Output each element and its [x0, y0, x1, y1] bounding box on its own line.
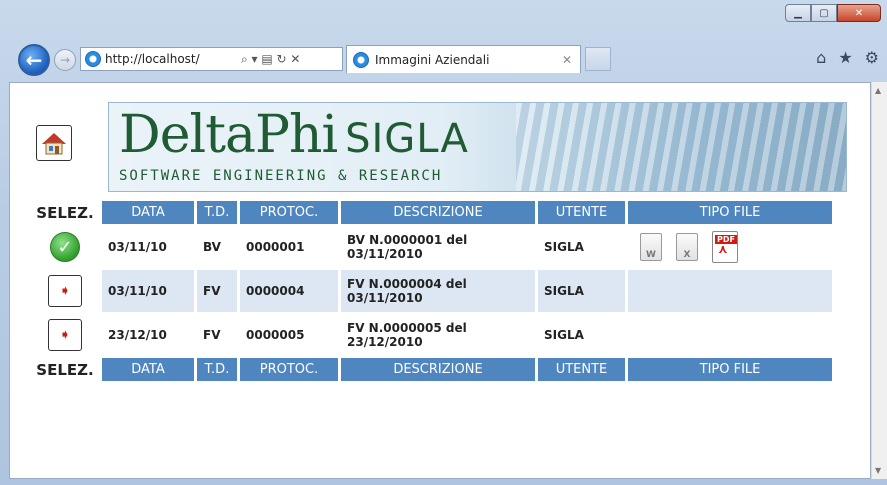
- ie-page-icon: [85, 51, 101, 67]
- gear-icon[interactable]: ⚙: [865, 48, 879, 67]
- tab-title: Immagini Aziendali: [375, 52, 490, 67]
- window-controls: ▁ ▢ ✕: [785, 4, 881, 22]
- page-content: DeltaPhi SIGLA SOFTWARE ENGINEERING & RES…: [9, 82, 871, 479]
- forward-button[interactable]: →: [54, 49, 76, 71]
- scroll-down-icon[interactable]: ▼: [875, 466, 881, 475]
- footer-protoc: PROTOC.: [240, 358, 338, 381]
- tab-ie-icon: [353, 51, 369, 68]
- footer-descrizione: DESCRIZIONE: [341, 358, 535, 381]
- banner-decoration: [516, 103, 846, 191]
- footer-td: T.D.: [197, 358, 237, 381]
- cell-data: 23/12/10: [108, 328, 167, 342]
- cell-descrizione: FV N.0000004 del 03/11/2010: [341, 270, 535, 312]
- header-tipo-file: TIPO FILE: [628, 201, 832, 224]
- minimize-button[interactable]: ▁: [785, 4, 811, 22]
- footer-utente: UTENTE: [538, 358, 625, 381]
- toolbar-right: ⌂ ★ ⚙: [816, 48, 879, 67]
- navigation-bar: ← → http://localhost/ ⌕ ▾ ▤ ↻ ✕ Immagini…: [0, 36, 887, 82]
- word-file-icon[interactable]: W: [640, 233, 662, 261]
- cell-td: FV: [203, 328, 221, 342]
- footer-data: DATA: [102, 358, 194, 381]
- cell-protoc: 0000004: [240, 270, 338, 312]
- cell-tipo-file: W X PDF ⋏: [628, 226, 832, 268]
- home-button[interactable]: [36, 125, 72, 161]
- cell-utente: SIGLA: [538, 270, 625, 312]
- documents-table: SELEZ. DATA T.D. PROTOC. DESCRIZIONE UTE…: [28, 199, 835, 383]
- cell-descrizione: BV N.0000001 del 03/11/2010: [347, 233, 468, 261]
- table-row: ➧ 03/11/10 FV 0000004 FV N.0000004 del 03…: [31, 270, 832, 312]
- cell-utente: SIGLA: [544, 328, 584, 342]
- cell-descrizione: FV N.0000005 del 23/12/2010: [347, 321, 467, 349]
- table-row: ➧ 23/12/10 FV 0000005 FV N.0000005 del 23…: [31, 314, 832, 356]
- table-footer-row: SELEZ. DATA T.D. PROTOC. DESCRIZIONE UTE…: [31, 358, 832, 381]
- browser-window: ▁ ▢ ✕ ← → http://localhost/ ⌕ ▾ ▤ ↻ ✕ Im…: [0, 0, 887, 485]
- house-icon: [42, 133, 66, 155]
- header-selez: SELEZ.: [36, 203, 94, 222]
- favorites-star-icon[interactable]: ★: [838, 48, 852, 67]
- header-descrizione: DESCRIZIONE: [341, 201, 535, 224]
- cell-td: FV: [197, 270, 237, 312]
- tab-immagini-aziendali[interactable]: Immagini Aziendali ✕: [346, 45, 581, 73]
- table-row: ✓ 03/11/10 BV 0000001 BV N.0000001 del 03…: [31, 226, 832, 268]
- address-text[interactable]: http://localhost/: [105, 52, 233, 66]
- new-tab-button[interactable]: [585, 47, 611, 71]
- back-button[interactable]: ←: [18, 44, 50, 76]
- header-td: T.D.: [197, 201, 237, 224]
- select-cell: ➧: [31, 270, 99, 312]
- maximize-button[interactable]: ▢: [811, 4, 837, 22]
- deltaphi-banner: DeltaPhi SIGLA SOFTWARE ENGINEERING & RES…: [108, 102, 847, 192]
- cell-td: BV: [203, 240, 221, 254]
- pdf-file-icon[interactable]: PDF ⋏: [712, 231, 738, 263]
- check-icon[interactable]: ✓: [50, 232, 80, 262]
- scroll-up-icon[interactable]: ▲: [875, 86, 881, 95]
- close-tab-icon[interactable]: ✕: [562, 53, 572, 67]
- cell-tipo-file: [628, 270, 832, 312]
- address-tools[interactable]: ⌕ ▾ ▤ ↻ ✕: [241, 52, 300, 67]
- title-bar: ▁ ▢ ✕: [0, 0, 887, 36]
- header-data: DATA: [102, 201, 194, 224]
- select-cell: ➧: [31, 314, 99, 356]
- address-bar[interactable]: http://localhost/ ⌕ ▾ ▤ ↻ ✕: [80, 47, 343, 71]
- cell-protoc: 0000005: [246, 328, 305, 342]
- header-utente: UTENTE: [538, 201, 625, 224]
- table-header-row: SELEZ. DATA T.D. PROTOC. DESCRIZIONE UTE…: [31, 201, 832, 224]
- select-cell: ✓: [31, 226, 99, 268]
- close-window-button[interactable]: ✕: [837, 4, 881, 22]
- home-icon[interactable]: ⌂: [816, 48, 826, 67]
- cell-data: 03/11/10: [102, 270, 194, 312]
- footer-tipo-file: TIPO FILE: [628, 358, 832, 381]
- excel-file-icon[interactable]: X: [676, 233, 698, 261]
- adobe-logo-icon: ⋏: [718, 242, 728, 256]
- header-protoc: PROTOC.: [240, 201, 338, 224]
- logo-tagline: SOFTWARE ENGINEERING & RESEARCH: [119, 168, 443, 184]
- logo-text: DeltaPhi SIGLA: [119, 105, 469, 165]
- select-arrow-button[interactable]: ➧: [48, 319, 82, 351]
- cell-tipo-file: [628, 314, 832, 356]
- select-arrow-button[interactable]: ➧: [48, 275, 82, 307]
- cell-data: 03/11/10: [108, 240, 167, 254]
- cell-protoc: 0000001: [246, 240, 305, 254]
- footer-selez: SELEZ.: [36, 360, 94, 379]
- vertical-scrollbar[interactable]: ▲ ▼: [871, 82, 887, 479]
- cell-utente: SIGLA: [544, 240, 584, 254]
